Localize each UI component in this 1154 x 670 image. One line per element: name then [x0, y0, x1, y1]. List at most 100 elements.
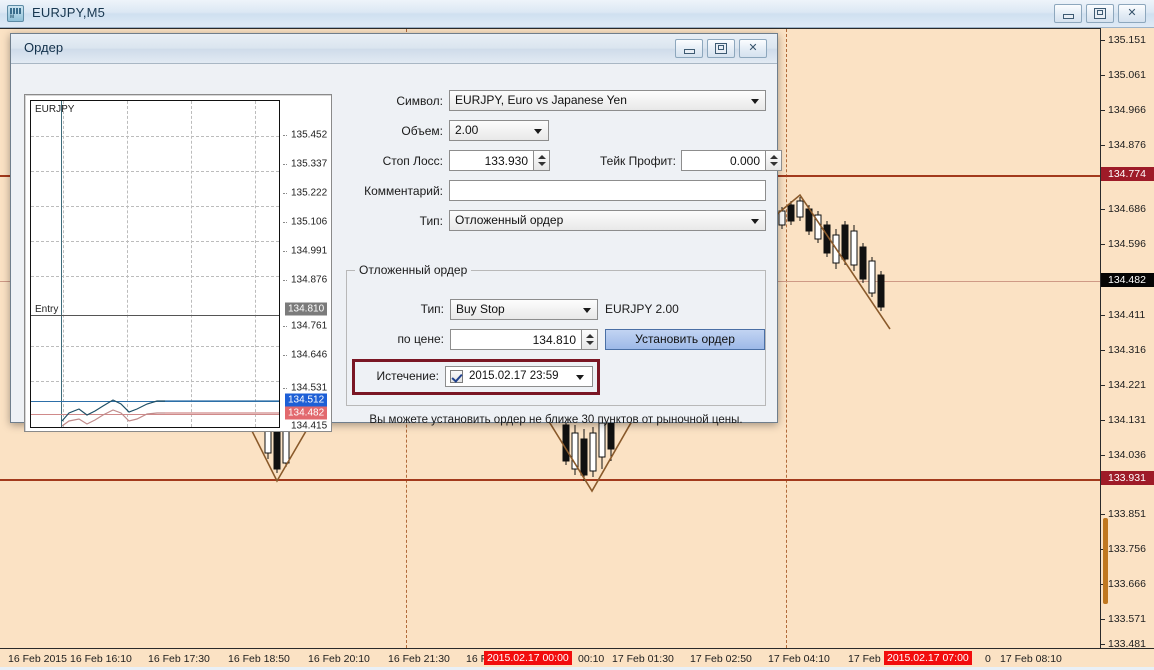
app-window-controls: ✕ — [1054, 4, 1146, 23]
time-tick-label: 17 Feb 02:50 — [690, 653, 752, 665]
expiry-datetime-field[interactable]: 2015.02.17 23:59 — [445, 366, 593, 387]
chevron-down-icon — [751, 99, 759, 104]
minichart-price-scale: 135.452 135.337 135.222 135.106 134.991 … — [283, 100, 331, 432]
order-type-row: Тип: Отложенный ордер — [346, 210, 766, 236]
expiry-checkbox[interactable] — [450, 370, 463, 383]
pending-type-value: Buy Stop — [456, 302, 505, 316]
price-axis[interactable]: 135.151 135.061 134.966 134.876 134.774 … — [1100, 28, 1154, 648]
symbol-row: Символ: EURJPY, Euro vs Japanese Yen — [346, 90, 766, 116]
minichart-bid-badge: 134.482 — [285, 406, 328, 420]
time-tick-label: 16 Feb 17:30 — [148, 653, 210, 665]
pending-order-legend: Отложенный ордер — [355, 263, 472, 277]
resistance-price-badge: 134.774 — [1101, 167, 1154, 181]
order-hint-text: Вы можете установить ордер не ближе 30 п… — [369, 414, 743, 426]
minichart-ask-badge: 134.512 — [285, 393, 328, 407]
time-tick-label: 16 Feb 16:10 — [70, 653, 132, 665]
pending-type-label: Тип: — [420, 302, 444, 316]
volume-row: Объем: 2.00 — [346, 120, 766, 146]
chart-icon-text: м — [10, 14, 15, 20]
minichart-tick-label: 134.531 — [291, 382, 328, 394]
pending-order-group: Отложенный ордер Тип: Buy Stop EURJPY 2.… — [346, 263, 766, 406]
stoploss-stepper[interactable] — [534, 150, 550, 171]
time-tick-label: 17 Feb 04:10 — [768, 653, 830, 665]
minichart-tick-label: 135.106 — [291, 216, 328, 228]
pending-price-input[interactable]: 134.810 — [450, 329, 582, 350]
order-dialog-titlebar[interactable]: Ордер ✕ — [11, 34, 777, 64]
pending-ticket-label: EURJPY 2.00 — [605, 302, 679, 316]
price-tick-label: 133.571 — [1108, 613, 1146, 625]
app-minimize-button[interactable] — [1054, 4, 1082, 23]
app-maximize-button[interactable] — [1086, 4, 1114, 23]
takeprofit-stepper[interactable] — [766, 150, 782, 171]
stoploss-takeprofit-row: Стоп Лосс: 133.930 Тейк Профит: 0.000 — [346, 150, 782, 176]
stoploss-label: Стоп Лосс: — [382, 154, 443, 168]
time-tick-label: 17 Feb — [848, 653, 881, 665]
price-tick-label: 133.481 — [1108, 638, 1146, 648]
chevron-down-icon — [751, 219, 759, 224]
chevron-down-icon[interactable] — [576, 375, 584, 380]
price-tick-label: 134.686 — [1108, 203, 1146, 215]
order-dialog-window-controls: ✕ — [675, 39, 767, 58]
stoploss-input[interactable]: 133.930 — [449, 150, 534, 171]
price-tick-label: 133.666 — [1108, 578, 1146, 590]
price-tick-label: 134.596 — [1108, 238, 1146, 250]
price-tick-label: 134.221 — [1108, 379, 1146, 391]
dialog-maximize-button[interactable] — [707, 39, 735, 58]
volume-select[interactable]: 2.00 — [449, 120, 549, 141]
chart-window-icon: м — [7, 5, 24, 22]
comment-label: Комментарий: — [364, 184, 443, 198]
order-dialog[interactable]: Ордер ✕ EURJPY Entry 135.452 135.337 135… — [10, 33, 782, 432]
app-close-button[interactable]: ✕ — [1118, 4, 1146, 23]
takeprofit-label: Тейк Профит: — [600, 154, 676, 168]
minichart-tick-label: 134.991 — [291, 245, 328, 257]
comment-input[interactable] — [449, 180, 766, 201]
pending-price-label: по цене: — [397, 332, 444, 346]
minichart-tick-label: 134.876 — [291, 274, 328, 286]
time-tick-label: 17 Feb 08:10 — [1000, 653, 1062, 665]
app-title: EURJPY,M5 — [32, 5, 106, 20]
order-type-select[interactable]: Отложенный ордер — [449, 210, 766, 231]
place-order-button[interactable]: Установить ордер — [605, 329, 765, 350]
minichart-entry-badge: 134.810 — [285, 302, 328, 316]
current-bid-badge: 134.482 — [1101, 273, 1154, 287]
symbol-select[interactable]: EURJPY, Euro vs Japanese Yen — [449, 90, 766, 111]
minichart-tick-label: 134.646 — [291, 349, 328, 361]
close-icon: ✕ — [1127, 7, 1137, 19]
app-titlebar: м EURJPY,M5 ✕ — [0, 0, 1154, 28]
price-tick-label: 134.131 — [1108, 414, 1146, 426]
time-tick-label: 00:10 — [578, 653, 605, 665]
price-tick-label: 135.061 — [1108, 69, 1146, 81]
minichart-tick-label: 135.337 — [291, 158, 328, 170]
price-tick-label: 134.316 — [1108, 344, 1146, 356]
price-tick-label: 133.851 — [1108, 508, 1146, 520]
time-highlight-badge: 2015.02.17 00:00 — [484, 651, 572, 665]
symbol-label: Символ: — [396, 94, 443, 108]
order-form: Символ: EURJPY, Euro vs Japanese Yen Объ… — [346, 90, 782, 240]
expiry-label: Истечение: — [376, 369, 439, 383]
takeprofit-input[interactable]: 0.000 — [681, 150, 766, 171]
price-scale-scrollbar[interactable] — [1103, 518, 1108, 604]
chevron-down-icon — [583, 308, 591, 313]
pending-type-row: Тип: Buy Stop EURJPY 2.00 — [352, 299, 762, 320]
dialog-close-button[interactable]: ✕ — [739, 39, 767, 58]
expiry-value: 2015.02.17 23:59 — [469, 370, 559, 382]
close-icon: ✕ — [748, 42, 758, 54]
dialog-minimize-button[interactable] — [675, 39, 703, 58]
maximize-icon — [1094, 8, 1106, 19]
price-tick-label: 133.756 — [1108, 543, 1146, 555]
order-type-value: Отложенный ордер — [455, 213, 564, 227]
price-tick-label: 135.151 — [1108, 34, 1146, 46]
pending-price-row: по цене: 134.810 Установить ордер — [352, 329, 765, 350]
minimize-icon — [683, 48, 695, 54]
time-tick-label: 16 Feb 2015 — [8, 653, 67, 665]
minichart-panel[interactable]: EURJPY Entry 135.452 135.337 135.222 135… — [24, 94, 332, 432]
pending-type-select[interactable]: Buy Stop — [450, 299, 598, 320]
minichart[interactable]: EURJPY Entry — [30, 100, 280, 428]
comment-row: Комментарий: — [346, 180, 766, 206]
time-tick-label: 0 — [985, 653, 991, 665]
support-price-badge: 133.931 — [1101, 471, 1154, 485]
pending-price-stepper[interactable] — [582, 329, 598, 350]
minichart-tick-label: 134.415 — [291, 420, 328, 432]
minichart-tick-series — [61, 399, 279, 427]
chevron-down-icon — [534, 129, 542, 134]
